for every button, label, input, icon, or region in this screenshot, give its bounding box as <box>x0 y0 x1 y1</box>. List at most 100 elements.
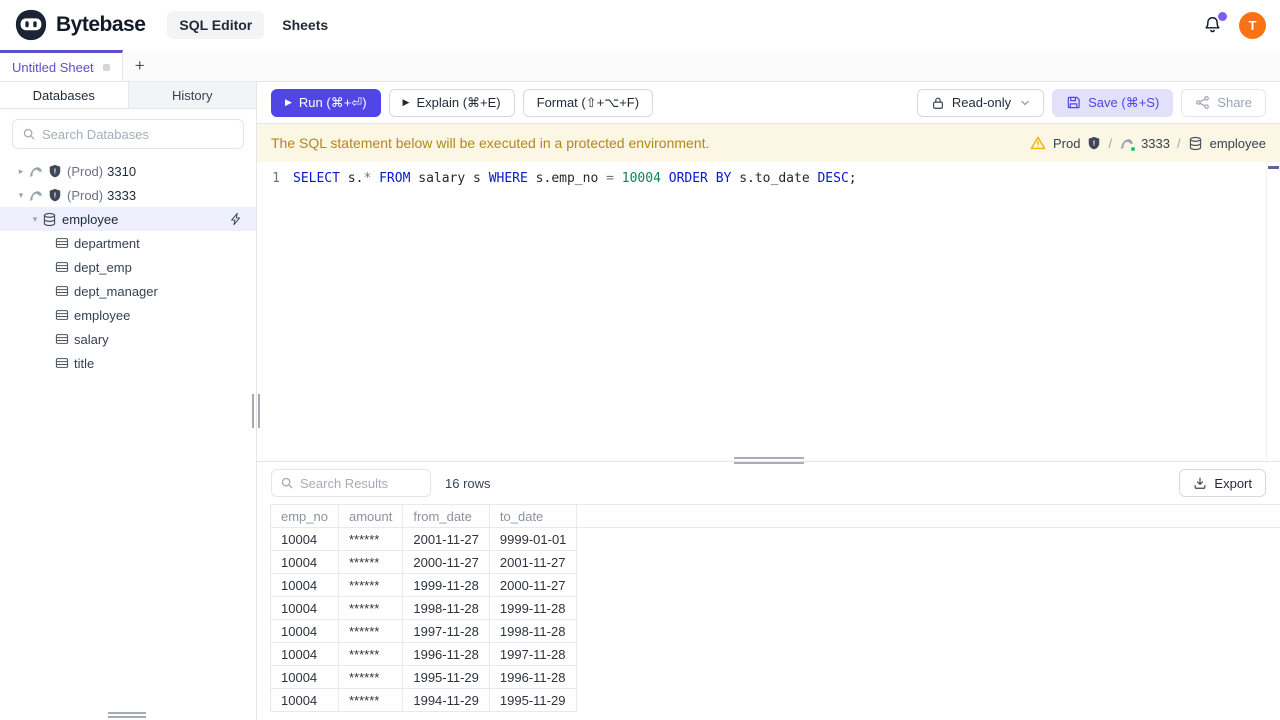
add-sheet-button[interactable]: + <box>123 50 157 81</box>
export-button[interactable]: Export <box>1179 469 1266 497</box>
sql-line-code: SELECT s.* FROM salary s WHERE s.emp_no … <box>293 169 857 188</box>
save-button[interactable]: Save (⌘+S) <box>1052 88 1174 117</box>
result-row[interactable]: 10004 ****** 2001-11-27 9999-01-01 <box>270 527 1280 551</box>
tree-table-item[interactable]: salary <box>0 327 256 351</box>
column-header[interactable]: from_date <box>402 504 490 528</box>
results-panel: 16 rows Export emp_no <box>257 461 1280 720</box>
lock-icon <box>931 96 945 110</box>
tree-instance-3333[interactable]: ▾ ! (Prod) 3333 <box>0 183 256 207</box>
lightning-icon[interactable] <box>229 212 243 226</box>
format-button[interactable]: Format (⇧+⌥+F) <box>522 88 654 117</box>
bytebase-logo-icon <box>14 8 48 42</box>
save-icon <box>1066 95 1081 110</box>
sql-token: FROM <box>379 171 411 186</box>
sql-token: BY <box>715 171 732 186</box>
result-row[interactable]: 10004 ****** 1998-11-28 1999-11-28 <box>270 596 1280 620</box>
caret-down-icon[interactable]: ▾ <box>28 214 42 225</box>
result-row[interactable]: 10004 ****** 1996-11-28 1997-11-28 <box>270 642 1280 666</box>
svg-text:!: ! <box>54 191 56 200</box>
result-row[interactable]: 10004 ****** 1997-11-28 1998-11-28 <box>270 619 1280 643</box>
sql-token: = <box>606 171 614 186</box>
tree-table-item[interactable]: dept_emp <box>0 255 256 279</box>
sheet-tab-bar: Untitled Sheet + <box>0 50 1280 82</box>
avatar[interactable]: T <box>1239 11 1266 39</box>
result-row[interactable]: 10004 ****** 1995-11-29 1996-11-28 <box>270 665 1280 689</box>
result-cell: ****** <box>337 573 404 597</box>
tab-databases[interactable]: Databases <box>0 82 129 108</box>
sheet-tab-label: Untitled Sheet <box>12 59 94 75</box>
result-cell: 1996-11-28 <box>488 665 578 689</box>
tree-table-item[interactable]: dept_manager <box>0 279 256 303</box>
share-button[interactable]: Share <box>1181 88 1266 117</box>
protection-banner: The SQL statement below will be executed… <box>257 124 1280 162</box>
column-header-filler <box>576 504 1280 528</box>
sql-line: 1 SELECT s.* FROM salary s WHERE s.emp_n… <box>257 162 1280 188</box>
brand-logo[interactable]: Bytebase <box>14 8 146 42</box>
database-sidebar: Databases History ▸ ! (Prod) <box>0 82 260 720</box>
result-cell: ****** <box>337 619 404 643</box>
database-icon <box>1188 136 1203 151</box>
result-cell: ****** <box>337 596 404 620</box>
result-row[interactable]: 10004 ****** 2000-11-27 2001-11-27 <box>270 550 1280 574</box>
svg-text:!: ! <box>1093 139 1095 148</box>
result-cell: 10004 <box>270 550 339 574</box>
tab-history[interactable]: History <box>129 82 257 108</box>
notification-bell-icon[interactable] <box>1202 11 1227 36</box>
result-cell: 10004 <box>270 596 339 620</box>
main-panel: ▶ Run (⌘+⏎) ▶ Explain (⌘+E) Format (⇧+⌥+… <box>257 82 1280 720</box>
readonly-dropdown[interactable]: Read-only <box>916 88 1045 117</box>
table-label: dept_manager <box>74 283 158 299</box>
tree-table-item[interactable]: department <box>0 231 256 255</box>
play-icon: ▶ <box>402 97 410 107</box>
table-icon <box>55 356 69 370</box>
table-list: department dept_emp dept_manager employe… <box>0 231 256 375</box>
result-row[interactable]: 10004 ****** 1999-11-28 2000-11-27 <box>270 573 1280 597</box>
sql-token: 10004 <box>621 171 661 186</box>
instance-env-label: (Prod) <box>67 187 104 203</box>
sql-token: s.to_date <box>731 171 818 186</box>
caret-right-icon[interactable]: ▸ <box>14 166 28 177</box>
sql-editor[interactable]: 1 SELECT s.* FROM salary s WHERE s.emp_n… <box>257 162 1280 461</box>
sidebar-tabs: Databases History <box>0 82 256 109</box>
grid-header-row: emp_no amount from_date to_date <box>270 504 1280 528</box>
nav-sheets[interactable]: Sheets <box>282 17 328 33</box>
sidebar-resize-handle[interactable] <box>252 394 260 428</box>
banner-message: The SQL statement below will be executed… <box>271 135 710 151</box>
result-cell: 10004 <box>270 665 339 689</box>
search-results-input[interactable] <box>300 475 422 491</box>
column-header[interactable]: to_date <box>488 504 578 528</box>
nav-sql-editor[interactable]: SQL Editor <box>167 11 265 39</box>
sql-toolbar: ▶ Run (⌘+⏎) ▶ Explain (⌘+E) Format (⇧+⌥+… <box>257 82 1280 124</box>
result-cell: ****** <box>337 688 404 712</box>
table-icon <box>55 236 69 250</box>
instance-name-label: 3310 <box>107 163 137 179</box>
search-databases-input[interactable] <box>42 126 234 142</box>
play-icon: ▶ <box>285 97 292 107</box>
chevron-down-icon <box>1020 98 1030 108</box>
tree-database-employee[interactable]: ▾ employee <box>0 207 256 231</box>
splitter-drag-handle[interactable] <box>733 457 804 464</box>
instance-label[interactable]: 3333 <box>1141 136 1170 151</box>
connection-context: Prod ! / 3333 / employee <box>1030 135 1266 152</box>
tree-table-item[interactable]: employee <box>0 303 256 327</box>
sql-token: salary s <box>410 171 489 186</box>
sql-token: s. <box>339 171 364 186</box>
run-button[interactable]: ▶ Run (⌘+⏎) <box>271 88 381 117</box>
explain-button[interactable]: ▶ Explain (⌘+E) <box>388 88 515 117</box>
column-header[interactable]: emp_no <box>270 504 339 528</box>
result-cell: 1997-11-28 <box>488 642 578 666</box>
mysql-icon <box>28 188 43 203</box>
result-row[interactable]: 10004 ****** 1994-11-29 1995-11-29 <box>270 688 1280 712</box>
result-cell: 1995-11-29 <box>402 665 490 689</box>
sidebar-horizontal-scrollbar[interactable] <box>108 712 146 718</box>
search-icon <box>22 127 36 141</box>
database-label: employee <box>62 211 119 227</box>
caret-down-icon[interactable]: ▾ <box>14 190 28 201</box>
result-cell: 10004 <box>270 619 339 643</box>
column-header[interactable]: amount <box>337 504 404 528</box>
tab-untitled-sheet[interactable]: Untitled Sheet <box>0 50 123 81</box>
database-label[interactable]: employee <box>1210 136 1266 151</box>
tree-instance-3310[interactable]: ▸ ! (Prod) 3310 <box>0 159 256 183</box>
tree-table-item[interactable]: title <box>0 351 256 375</box>
